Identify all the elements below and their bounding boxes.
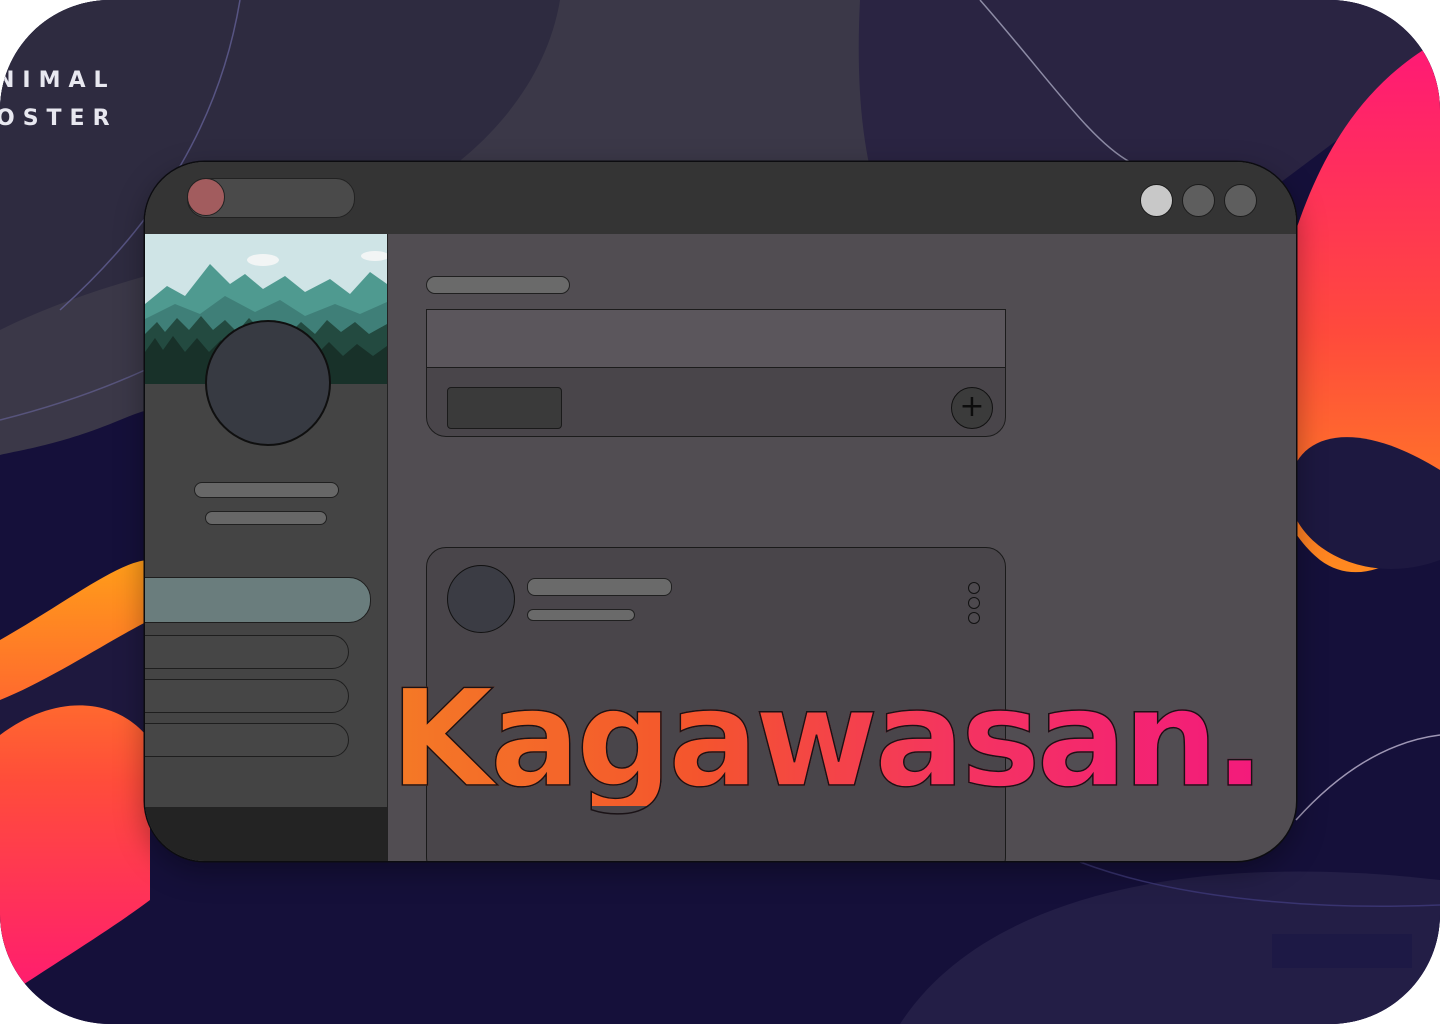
window-titlebar [145,162,1296,234]
composer-text-input[interactable] [427,310,1005,368]
profile-avatar[interactable] [205,320,331,446]
sidebar-nav-item-3[interactable] [145,679,349,713]
faded-badge [1272,934,1412,968]
page-background: NIMAL OSTER + Kagawasan. [0,0,1440,1024]
headline-title: Kagawasan. [389,661,1266,817]
sidebar-nav-item-4[interactable] [145,723,349,757]
sidebar-nav-item-active[interactable] [145,577,371,623]
brand-line-1: NIMAL [0,68,116,93]
post-author-name-placeholder [527,578,672,596]
circle-record-icon[interactable] [187,178,225,216]
minimize-circle-button[interactable] [1140,184,1173,217]
brand-line-2: OSTER [0,106,118,131]
sidebar-nav-item-2[interactable] [145,635,349,669]
maximize-circle-button[interactable] [1182,184,1215,217]
close-circle-button[interactable] [1224,184,1257,217]
brand-wordmark: NIMAL OSTER [0,62,118,138]
profile-sidebar [145,234,388,861]
composer-title-placeholder [426,276,570,294]
composer-submit-button[interactable] [447,387,562,429]
profile-name-placeholder [194,482,339,498]
plus-icon[interactable]: + [951,387,993,429]
post-author-avatar[interactable] [447,565,515,633]
vertical-ellipsis-icon[interactable] [968,582,980,624]
profile-handle-placeholder [205,511,327,525]
post-meta-placeholder [527,609,635,621]
sidebar-footer [145,807,387,861]
post-composer: + [426,309,1006,437]
